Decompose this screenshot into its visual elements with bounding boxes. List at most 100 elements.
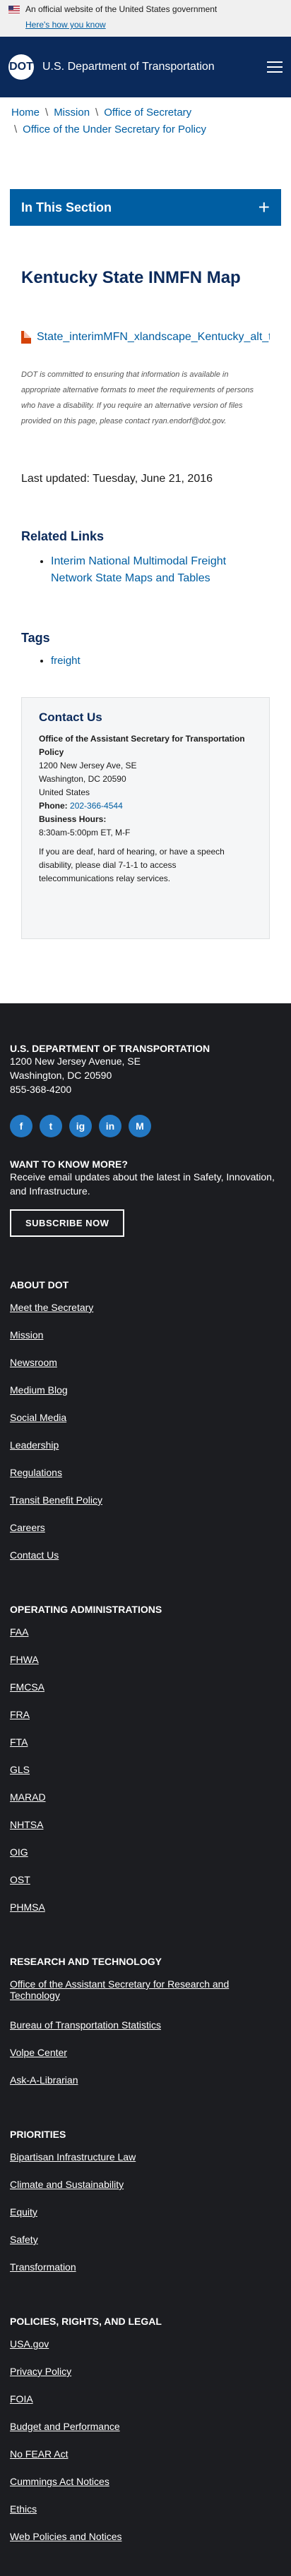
about-dot-heading: ABOUT DOT — [10, 1279, 69, 1290]
footer-link[interactable]: FHWA — [10, 1654, 39, 1665]
plus-icon: + — [258, 196, 270, 218]
contact-office: Office of the Assistant Secretary for Tr… — [39, 734, 245, 757]
footer-link[interactable]: OIG — [10, 1846, 28, 1858]
footer-link[interactable]: MARAD — [10, 1791, 46, 1803]
footer-link[interactable]: Medium Blog — [10, 1384, 68, 1396]
page-title: Kentucky State INMFN Map — [21, 268, 241, 287]
footer-link[interactable]: Contact Us — [10, 1549, 59, 1561]
contact-box: Contact Us Office of the Assistant Secre… — [21, 697, 270, 939]
footer-link[interactable]: USA.gov — [10, 2338, 49, 2350]
gov-banner: An official website of the United States… — [0, 0, 291, 37]
hours-value: 8:30am-5:00pm ET, M-F — [39, 828, 131, 837]
operating-admins-list: FAA FHWA FMCSA FRA FTA GLS MARAD NHTSA O… — [10, 1626, 281, 1929]
tags-heading: Tags — [21, 631, 50, 645]
footer-link[interactable]: Transformation — [10, 2261, 76, 2273]
footer-link[interactable]: Safety — [10, 2234, 38, 2245]
want-to-know-text: Receive email updates about the latest i… — [10, 1171, 275, 1197]
footer-link[interactable]: Privacy Policy — [10, 2366, 71, 2377]
in-this-section-label: In This Section — [21, 200, 112, 214]
instagram-icon[interactable]: ig — [69, 1115, 92, 1137]
research-list: Office of the Assistant Secretary for Re… — [10, 1978, 281, 2102]
footer-link[interactable]: Newsroom — [10, 1357, 57, 1368]
footer-link[interactable]: Regulations — [10, 1467, 62, 1478]
contact-address-line: Washington, DC 20590 — [39, 774, 126, 784]
footer-org: U.S. DEPARTMENT OF TRANSPORTATION — [10, 1043, 210, 1054]
social-links: f t ig in M — [10, 1115, 281, 1137]
policies-heading: POLICIES, RIGHTS, AND LEGAL — [10, 2316, 162, 2327]
footer-link[interactable]: FMCSA — [10, 1681, 44, 1693]
facebook-icon[interactable]: f — [10, 1115, 32, 1137]
twitter-icon[interactable]: t — [40, 1115, 62, 1137]
related-links-heading: Related Links — [21, 529, 105, 543]
footer-link[interactable]: Transit Benefit Policy — [10, 1494, 102, 1506]
site-header: DOT U.S. Department of Transportation — [0, 37, 291, 97]
footer-link[interactable]: Ask-A-Librarian — [10, 2074, 78, 2086]
breadcrumb: Home \ Mission \ Office of Secretary \ Office … — [0, 97, 291, 189]
footer-link[interactable]: Ethics — [10, 2503, 37, 2515]
medium-icon[interactable]: M — [129, 1115, 151, 1137]
last-updated: Last updated: Tuesday, June 21, 2016 — [21, 473, 213, 485]
policies-list: USA.gov Privacy Policy FOIA Budget and P… — [10, 2338, 281, 2558]
contact-address-line: 1200 New Jersey Ave, SE — [39, 761, 137, 770]
research-heading: RESEARCH AND TECHNOLOGY — [10, 1956, 162, 1967]
site-name[interactable]: U.S. Department of Transportation — [42, 61, 267, 73]
tags-list: freight — [51, 655, 270, 697]
footer-link[interactable]: Bureau of Transportation Statistics — [10, 2019, 161, 2031]
linkedin-icon[interactable]: in — [99, 1115, 121, 1137]
footer-address-line: 1200 New Jersey Avenue, SE — [10, 1056, 141, 1067]
operating-admins-heading: OPERATING ADMINISTRATIONS — [10, 1604, 162, 1615]
in-this-section-toggle[interactable]: In This Section + — [10, 189, 281, 226]
footer-link[interactable]: Careers — [10, 1522, 45, 1533]
tag-link[interactable]: freight — [51, 655, 81, 667]
footer-link[interactable]: Office of the Assistant Secretary for Re… — [10, 1978, 229, 2001]
footer-link[interactable]: Volpe Center — [10, 2047, 67, 2058]
footer-link[interactable]: Climate and Sustainability — [10, 2179, 124, 2190]
footer-link[interactable]: FAA — [10, 1626, 28, 1638]
footer-link[interactable]: Web Policies and Notices — [10, 2531, 121, 2542]
contact-heading: Contact Us — [39, 710, 102, 724]
site-footer: U.S. DEPARTMENT OF TRANSPORTATION 1200 N… — [0, 1003, 291, 2576]
pdf-file-link[interactable]: State_interimMFN_xlandscape_Kentucky_alt… — [37, 331, 270, 344]
menu-icon[interactable] — [267, 61, 283, 73]
footer-link[interactable]: Budget and Performance — [10, 2421, 120, 2432]
priorities-list: Bipartisan Infrastructure Law Climate an… — [10, 2151, 281, 2289]
phone-label: Phone: — [39, 801, 68, 811]
footer-link[interactable]: Cummings Act Notices — [10, 2476, 109, 2487]
footer-link[interactable]: GLS — [10, 1764, 30, 1775]
breadcrumb-mission[interactable]: Mission — [54, 107, 90, 119]
contact-address-line: United States — [39, 787, 90, 797]
breadcrumb-office-of-secretary[interactable]: Office of Secretary — [104, 107, 191, 119]
footer-link[interactable]: Meet the Secretary — [10, 1302, 93, 1313]
footer-phone: 855-368-4200 — [10, 1084, 72, 1095]
footer-link[interactable]: FOIA — [10, 2393, 33, 2405]
breadcrumb-under-secretary[interactable]: Office of the Under Secretary for Policy — [23, 123, 206, 135]
us-flag-icon — [8, 5, 20, 13]
footer-link[interactable]: FTA — [10, 1736, 28, 1748]
footer-link[interactable]: Mission — [10, 1329, 43, 1341]
related-links-list: Interim National Multimodal Freight Netw… — [51, 553, 270, 631]
footer-link[interactable]: Equity — [10, 2206, 37, 2218]
accessibility-notice: DOT is committed to ensuring that inform… — [21, 370, 254, 425]
pdf-icon — [21, 331, 31, 344]
dot-logo[interactable]: DOT — [8, 54, 34, 80]
breadcrumb-home[interactable]: Home — [11, 107, 40, 119]
footer-link[interactable]: Bipartisan Infrastructure Law — [10, 2151, 136, 2163]
phone-link[interactable]: 202-366-4544 — [70, 801, 123, 811]
list-item: freight — [51, 655, 270, 667]
footer-link[interactable]: FRA — [10, 1709, 30, 1720]
footer-link[interactable]: No FEAR Act — [10, 2448, 68, 2460]
subscribe-button[interactable]: SUBSCRIBE NOW — [10, 1209, 125, 1237]
heres-how-link[interactable]: Here's how you know — [25, 20, 283, 30]
footer-link[interactable]: OST — [10, 1874, 30, 1885]
gov-banner-text: An official website of the United States… — [25, 4, 218, 14]
list-item: Interim National Multimodal Freight Netw… — [51, 553, 270, 587]
about-dot-list: Meet the Secretary Mission Newsroom Medi… — [10, 1302, 281, 1577]
footer-link[interactable]: Social Media — [10, 1412, 66, 1423]
file-download: State_interimMFN_xlandscape_Kentucky_alt… — [21, 323, 270, 351]
related-link[interactable]: Interim National Multimodal Freight Netw… — [51, 555, 226, 584]
footer-link[interactable]: PHMSA — [10, 1901, 45, 1913]
relay-text: If you are deaf, hard of hearing, or hav… — [39, 847, 225, 883]
want-to-know-heading: WANT TO KNOW MORE? — [10, 1159, 128, 1170]
footer-link[interactable]: NHTSA — [10, 1819, 43, 1830]
footer-link[interactable]: Leadership — [10, 1439, 59, 1451]
